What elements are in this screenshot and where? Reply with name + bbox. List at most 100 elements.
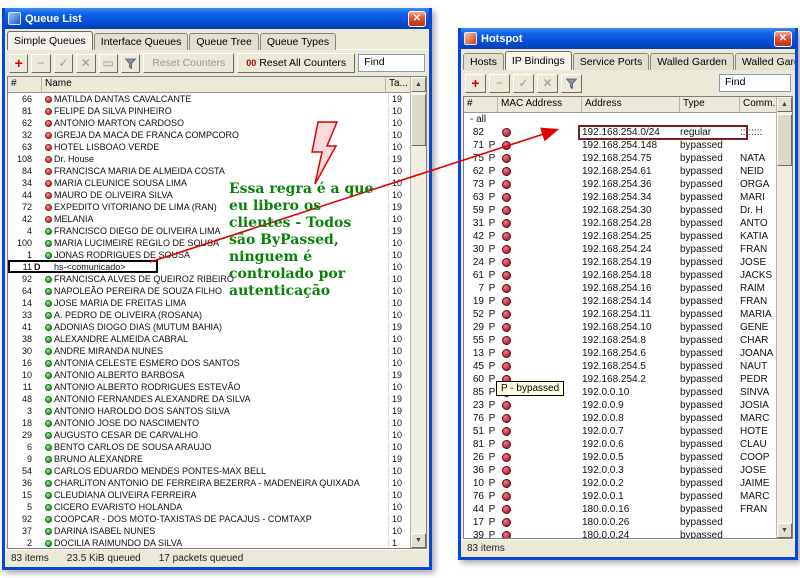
table-row[interactable]: 76 P 192.0.0.8 bypassed MARC (464, 412, 776, 425)
table-row[interactable]: 10 P 192.0.0.2 bypassed JAIME (464, 477, 776, 490)
tab-hosts[interactable]: Hosts (463, 53, 504, 70)
comment-button[interactable]: ▭ (98, 53, 118, 73)
add-button[interactable]: + (465, 73, 486, 93)
table-row[interactable]: 15 CLEUDIANA OLIVEIRA FERREIRA 10 (8, 489, 410, 501)
table-row[interactable]: 59 P 192.168.254.30 bypassed Dr. H (464, 204, 776, 217)
table-row[interactable]: 41 ADONIAS DIOGO DIAS (MUTUM BAHIA) 19 (8, 321, 410, 333)
table-row[interactable]: 45 P 192.168.254.5 bypassed NAUT (464, 360, 776, 373)
reset-all-counters-button[interactable]: 00 Reset All Counters (237, 53, 356, 73)
table-row[interactable]: 81 FELIPE DA SILVA PINHEIRO 10 (8, 105, 410, 117)
table-row[interactable]: 9 BRUNO ALEXANDRE 19 (8, 453, 410, 465)
hotspot-window-titlebar[interactable]: Hotspot ✕ (461, 28, 795, 49)
table-row[interactable]: 108 Dr. House 19 (8, 153, 410, 165)
table-row[interactable]: 66 MATILDA DANTAS CAVALCANTE 19 (8, 93, 410, 105)
table-row[interactable]: 1 JONAS RODRIGUES DE SOUSA 10 (8, 249, 410, 261)
tab-walled-garden-ip-list[interactable]: Walled Garden IP List (734, 53, 795, 70)
scroll-up-icon[interactable]: ▲ (777, 97, 792, 112)
table-row[interactable]: - all (464, 113, 776, 126)
table-row[interactable]: 42 MELANIA 10 (8, 213, 410, 225)
table-row[interactable]: 19 P 192.168.254.14 bypassed FRAN (464, 295, 776, 308)
scroll-thumb[interactable] (777, 114, 792, 166)
col-address[interactable]: Address (582, 97, 680, 112)
table-row[interactable]: 36 P 192.0.0.3 bypassed JOSE (464, 464, 776, 477)
add-button[interactable]: + (9, 53, 29, 73)
table-row[interactable]: 34 MARIA CLEUNICE SOUSA LIMA 10 (8, 177, 410, 189)
reset-counters-button[interactable]: Reset Counters (143, 53, 235, 73)
scroll-track[interactable] (777, 112, 792, 523)
table-row[interactable]: 54 CARLOS EDUARDO MENDES PONTES-MAX BELL 1… (8, 465, 410, 477)
col-mac[interactable]: MAC Address (498, 97, 582, 112)
table-row[interactable]: 84 FRANCISCA MARIA DE ALMEIDA COSTA 10 (8, 165, 410, 177)
tab-service-ports[interactable]: Service Ports (572, 53, 650, 70)
tab-interface-queues[interactable]: Interface Queues (93, 33, 189, 50)
table-row[interactable]: 52 P 192.168.254.11 bypassed MARIA (464, 308, 776, 321)
scroll-down-icon[interactable]: ▼ (411, 533, 426, 548)
table-row[interactable]: 16 ANTONIA CELESTE ESMERO DOS SANTOS 10 (8, 357, 410, 369)
table-row[interactable]: 30 ANDRE MIRANDA NUNES 10 (8, 345, 410, 357)
table-row[interactable]: 42 P 192.168.254.25 bypassed KATIA (464, 230, 776, 243)
table-row[interactable]: 29 P 192.168.254.10 bypassed GENE (464, 321, 776, 334)
disable-button[interactable]: ✕ (76, 53, 96, 73)
scroll-track[interactable] (411, 92, 426, 533)
table-row[interactable]: 44 P 180.0.0.16 bypassed FRAN (464, 503, 776, 516)
col-name[interactable]: Name (42, 77, 386, 92)
tab-queue-tree[interactable]: Queue Tree (189, 33, 259, 50)
table-row[interactable]: 18 ANTONIO JOSE DO NASCIMENTO 10 (8, 417, 410, 429)
table-row[interactable]: 23 P 192.0.0.9 bypassed JOSIA (464, 399, 776, 412)
table-row[interactable]: 72 EXPEDITO VITORIANO DE LIMA (RAN) 19 (8, 201, 410, 213)
table-row[interactable]: 100 MARIA LUCIMEIRE REGILO DE SOUSA 10 (8, 237, 410, 249)
table-row[interactable]: 38 ALEXANDRE ALMEIDA CABRAL 10 (8, 333, 410, 345)
table-row[interactable]: 62 ANTONIO MARTON CARDOSO 10 (8, 117, 410, 129)
table-row[interactable]: 61 P 192.168.254.18 bypassed JACKS (464, 269, 776, 282)
col-number[interactable]: # (8, 77, 42, 92)
table-row[interactable]: 11 ANTONIO ALBERTO RODRIGUES ESTEVÃO 10 (8, 381, 410, 393)
table-row[interactable]: 63 P 192.168.254.34 bypassed MARI (464, 191, 776, 204)
disable-button[interactable]: ✕ (537, 73, 558, 93)
table-row[interactable]: 32 IGREJA DA MACA DE FRANCA COMPCORO 10 (8, 129, 410, 141)
table-row[interactable]: 10 ANTONIO ALBERTO BARBOSA 19 (8, 369, 410, 381)
close-icon[interactable]: ✕ (774, 30, 792, 47)
tab-simple-queues[interactable]: Simple Queues (7, 31, 93, 50)
table-row[interactable]: 30 P 192.168.254.24 bypassed FRAN (464, 243, 776, 256)
table-row[interactable]: 37 DARINA ISABEL NUNES 10 (8, 525, 410, 537)
table-row[interactable]: 13 P 192.168.254.6 bypassed JOANA (464, 347, 776, 360)
table-row[interactable]: 63 HOTEL LISBOAO VERDE 10 (8, 141, 410, 153)
col-comment[interactable]: Comm... (740, 97, 776, 112)
table-row[interactable]: 92 COOPCAR - DOS MOTO-TAXISTAS DE PACAJUS… (8, 513, 410, 525)
table-row[interactable]: 7 P 192.168.254.16 bypassed RAIM (464, 282, 776, 295)
table-row[interactable]: 76 P 192.0.0.1 bypassed MARC (464, 490, 776, 503)
table-row[interactable]: 81 P 192.0.0.6 bypassed CLAU (464, 438, 776, 451)
table-row[interactable]: 26 P 192.0.0.5 bypassed COOP (464, 451, 776, 464)
queue-scrollbar[interactable]: ▲ ▼ (410, 77, 426, 548)
filter-icon[interactable] (561, 73, 582, 93)
queue-window-titlebar[interactable]: Queue List ✕ (5, 8, 429, 29)
filter-icon[interactable] (120, 53, 141, 73)
tab-ip-bindings[interactable]: IP Bindings (504, 51, 572, 70)
table-row[interactable]: 5 CICERO EVARISTO HOLANDA 10 (8, 501, 410, 513)
table-row[interactable]: 2 DOCILIA RAIMUNDO DA SILVA 1 (8, 537, 410, 548)
tab-walled-garden[interactable]: Walled Garden (650, 53, 734, 70)
table-row[interactable]: 64 NAPOLEÃO PEREIRA DE SOUZA FILHO 10 (8, 285, 410, 297)
col-target[interactable]: Ta... (386, 77, 410, 92)
table-row[interactable]: 92 FRANCISCA ALVES DE QUEIROZ RIBEIRO 10 (8, 273, 410, 285)
enable-button[interactable]: ✓ (53, 53, 74, 73)
table-row[interactable]: 48 ANTONIO FERNANDES ALEXANDRE DA SILVA 19 (8, 393, 410, 405)
table-row[interactable]: 33 A. PEDRO DE OLIVEIRA (ROSANA) 10 (8, 309, 410, 321)
col-type[interactable]: Type (680, 97, 740, 112)
remove-button[interactable]: − (489, 73, 510, 93)
close-icon[interactable]: ✕ (408, 10, 426, 27)
table-row[interactable]: 39 P 180.0.0.24 bypassed (464, 529, 776, 538)
col-number[interactable]: # (464, 97, 498, 112)
table-row[interactable]: 31 P 192.168.254.28 bypassed ANTO (464, 217, 776, 230)
tab-queue-types[interactable]: Queue Types (259, 33, 337, 50)
table-row[interactable]: 75 P 192.168.254.75 bypassed NATA (464, 152, 776, 165)
table-row[interactable]: 11 Dhs-<comunicado> 10 (8, 260, 410, 273)
table-row[interactable]: 36 CHARLITON ANTONIO DE FERREIRA BEZERRA … (8, 477, 410, 489)
scroll-thumb[interactable] (411, 94, 426, 146)
scroll-up-icon[interactable]: ▲ (411, 77, 426, 92)
table-row[interactable]: 51 P 192.0.0.7 bypassed HOTE (464, 425, 776, 438)
scroll-down-icon[interactable]: ▼ (777, 523, 792, 538)
table-row[interactable]: 3 ANTONIO HAROLDO DOS SANTOS SILVA 19 (8, 405, 410, 417)
table-row[interactable]: 29 AUGUSTO CESAR DE CARVALHO 10 (8, 429, 410, 441)
table-row[interactable]: 6 BENTO CARLOS DE SOUSA ARAUJO 10 (8, 441, 410, 453)
